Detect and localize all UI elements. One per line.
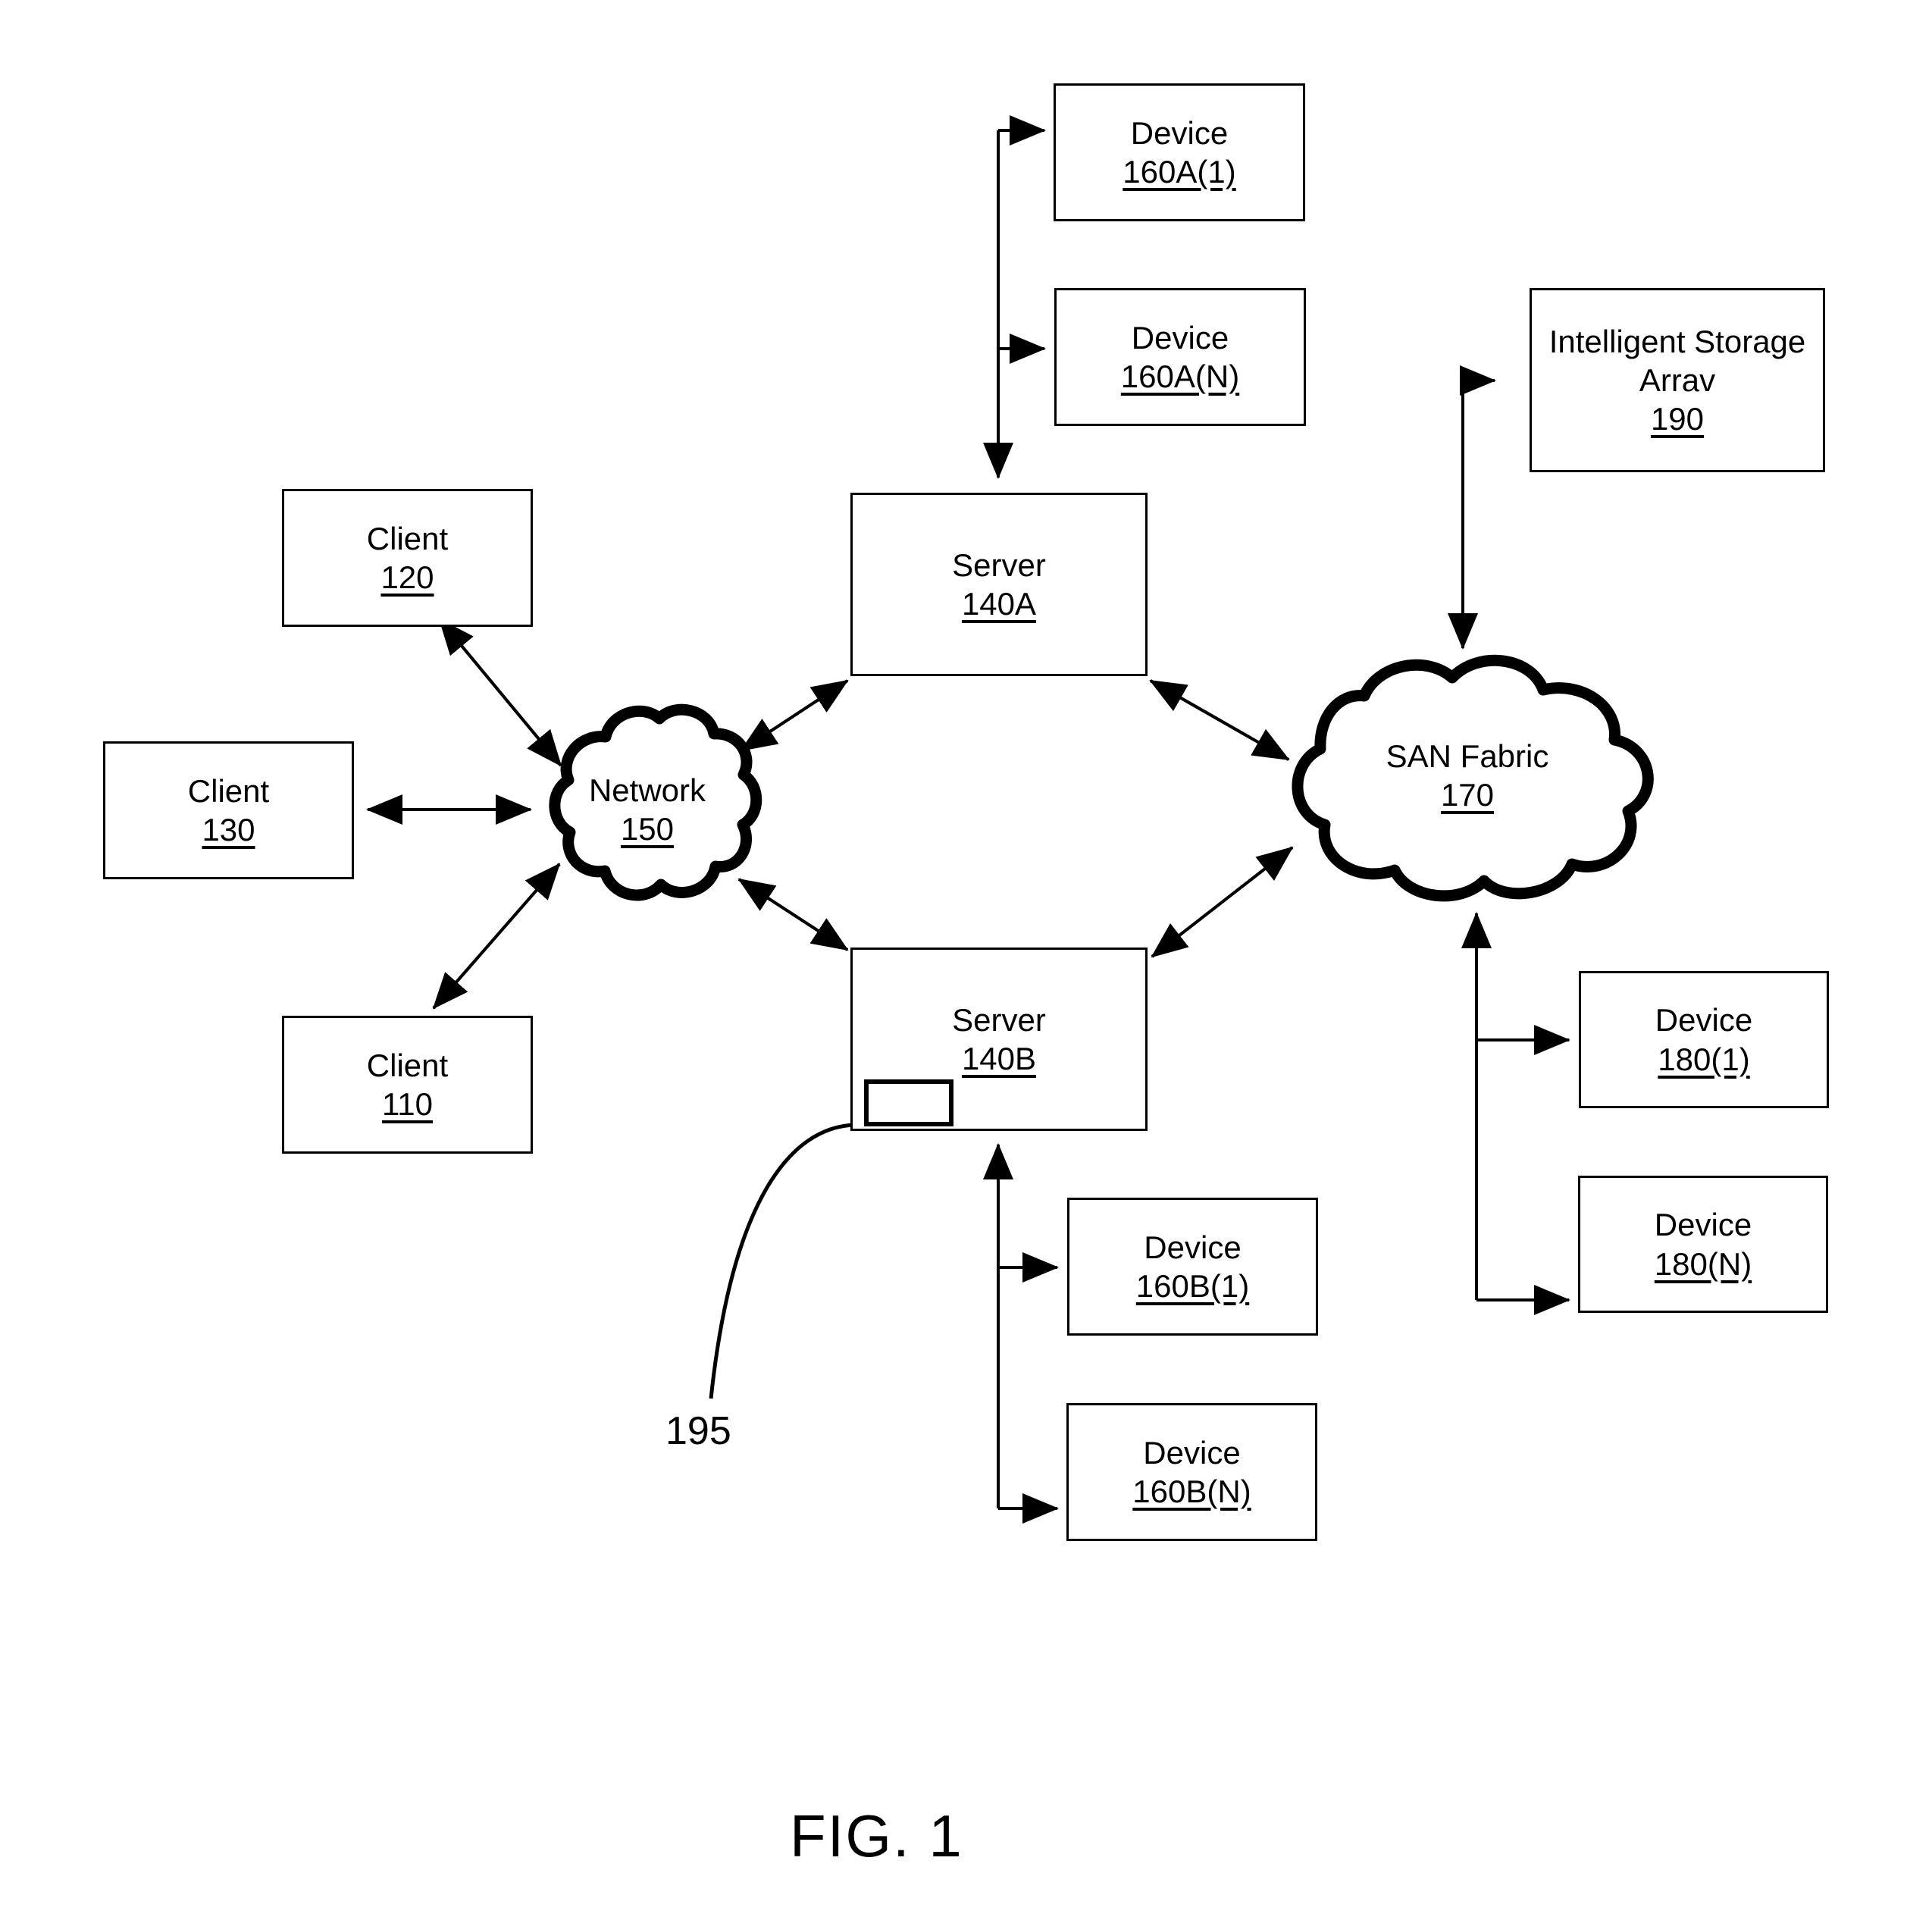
network-label: Network <box>588 772 706 808</box>
client-110-label: Client <box>366 1047 449 1083</box>
device-160a-1-box[interactable]: Device 160A(1) <box>1054 83 1305 221</box>
device-180-1-label: Device <box>1655 1002 1753 1038</box>
san-fabric-label: SAN Fabric <box>1386 738 1549 774</box>
device-180-1-box[interactable]: Device 180(1) <box>1579 971 1829 1108</box>
network-cloud-text: Network 150 <box>589 771 706 848</box>
san-fabric-cloud-text: SAN Fabric 170 <box>1386 737 1549 814</box>
device-160b-n-ref: 160B(N) <box>1132 1474 1251 1509</box>
connector-sanfabric-to-devices180 <box>1461 912 1570 1315</box>
client-110-ref: 110 <box>382 1086 433 1122</box>
client-120-box[interactable]: Client 120 <box>282 489 533 627</box>
device-180-n-box[interactable]: Device 180(N) <box>1578 1176 1828 1313</box>
device-160b-1-box[interactable]: Device 160B(1) <box>1067 1198 1318 1336</box>
server-140b-label: Server <box>952 1001 1046 1038</box>
client-130-ref: 130 <box>202 812 255 847</box>
leader-line-195 <box>709 1123 856 1399</box>
intelligent-storage-array-ref: 190 <box>1650 401 1705 437</box>
connector-sanfabric-to-storage-array <box>1448 365 1496 650</box>
device-160a-n-ref: 160A(N) <box>1120 359 1240 394</box>
device-180-1-ref: 180(1) <box>1658 1041 1750 1077</box>
intelligent-storage-array-label: Intelligent Storage Arrav <box>1548 323 1806 398</box>
san-fabric-cloud[interactable]: SAN Fabric 170 <box>1264 646 1671 905</box>
server-140a-ref: 140A <box>961 586 1037 622</box>
figure-caption: FIG. 1 <box>790 1803 963 1869</box>
device-160b-1-ref: 160B(1) <box>1135 1268 1250 1304</box>
device-160a-n-box[interactable]: Device 160A(N) <box>1054 288 1306 426</box>
device-160b-n-box[interactable]: Device 160B(N) <box>1066 1403 1317 1541</box>
device-180-n-ref: 180(N) <box>1654 1245 1752 1282</box>
network-ref: 150 <box>620 811 675 847</box>
connector-server140b-to-devices160b <box>983 1143 1059 1524</box>
patent-figure-1: Device 160A(1) Device 160A(N) Intelligen… <box>0 0 1932 1917</box>
device-160a-1-ref: 160A(1) <box>1123 154 1236 190</box>
client-130-label: Client <box>187 772 270 809</box>
device-160b-1-label: Device <box>1144 1229 1242 1265</box>
device-180-n-label: Device <box>1654 1207 1752 1243</box>
server-140a-box[interactable]: Server 140A <box>850 493 1148 676</box>
server-140b-inner-module-195[interactable] <box>864 1079 953 1126</box>
client-120-label: Client <box>366 520 449 556</box>
client-130-box[interactable]: Client 130 <box>103 741 354 879</box>
network-cloud[interactable]: Network 150 <box>529 697 766 922</box>
leader-label-195: 195 <box>665 1409 731 1453</box>
device-160a-1-label: Device <box>1130 114 1229 151</box>
client-120-ref: 120 <box>380 559 434 595</box>
device-160a-n-label: Device <box>1131 319 1229 356</box>
server-140a-label: Server <box>952 547 1046 583</box>
san-fabric-ref: 170 <box>1440 777 1495 813</box>
server-140b-ref: 140B <box>961 1041 1037 1076</box>
client-110-box[interactable]: Client 110 <box>282 1016 533 1154</box>
device-160b-n-label: Device <box>1143 1434 1241 1471</box>
connector-server140a-to-devices160a <box>983 115 1046 479</box>
intelligent-storage-array-box[interactable]: Intelligent Storage Arrav 190 <box>1530 288 1825 472</box>
